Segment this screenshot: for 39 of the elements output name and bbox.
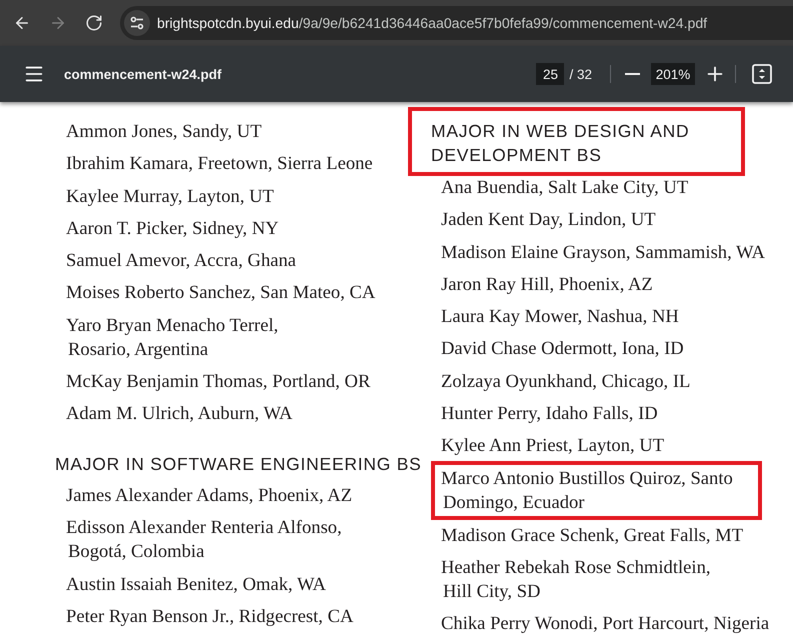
graduate-entry: Jaron Ray Hill, Phoenix, AZ	[441, 272, 653, 297]
graduate-entry: Aaron T. Picker, Sidney, NY	[66, 216, 279, 241]
graduate-entry: Marco Antonio Bustillos Quiroz, Santo Domingo, Ecuador	[441, 467, 734, 516]
sliders-icon[interactable]	[124, 10, 150, 36]
graduate-entry: Laura Kay Mower, Nashua, NH	[441, 305, 679, 329]
graduate-entry: Heather Rebekah Rose Schmidtlein, Hill City, SD	[441, 556, 711, 604]
fit-page-icon	[752, 64, 772, 84]
graduate-entry: David Chase Odermott, Iona, ID	[441, 337, 684, 362]
graduate-entry: Peter Ryan Benson Jr., Ridgecrest, CA	[66, 604, 354, 629]
graduate-entry: Madison Grace Schenk, Great Falls, MT	[441, 524, 744, 548]
minus-icon	[624, 73, 640, 75]
address-bar[interactable]: brightspotcdn.byui.edu/9a/9e/b6241d36446aa0ace5f7b0fefa99/commencement-w24.pdf	[120, 6, 793, 40]
graduate-entry: Edisson Alexander Renteria Alfonso, Bogotá, Colombia	[66, 516, 342, 564]
graduate-entry: Jaden Kent Day, Lindon, UT	[441, 208, 656, 232]
graduate-entry: Ana Buendia, Salt Lake City, UT	[441, 176, 688, 200]
zoom-field[interactable]: 201%	[651, 63, 695, 85]
graduate-entry: Madison Elaine Grayson, Sammamish, WA	[441, 240, 765, 264]
graduate-entry: James Alexander Adams, Phoenix, AZ	[66, 484, 352, 508]
graduate-entry: Samuel Amevor, Accra, Ghana	[66, 249, 296, 273]
page-count: / 32	[569, 66, 592, 82]
graduate-entry: Yaro Bryan Menacho Terrel, Rosario, Argentina	[66, 314, 278, 362]
url-text: brightspotcdn.byui.edu/9a/9e/b6241d36446aa0ace5f7b0fefa99/commencement-w24.pdf	[157, 15, 708, 31]
graduate-entry: Ibrahim Kamara, Freetown, Sierra Leone	[66, 152, 373, 176]
page-number-field[interactable]: 25	[536, 63, 564, 85]
graduate-entry: Austin Issaiah Benitez, Omak, WA	[66, 572, 326, 596]
graduate-entry: Kaylee Murray, Layton, UT	[66, 184, 274, 208]
graduate-entry: McKay Benjamin Thomas, Portland, OR	[66, 370, 370, 394]
graduate-entry: Adam M. Ulrich, Auburn, WA	[66, 402, 292, 426]
arrow-right-icon	[49, 14, 67, 32]
section-heading: MAJOR IN WEB DESIGN AND DEVELOPMENT BS	[431, 120, 690, 167]
document-title: commencement-w24.pdf	[64, 66, 222, 82]
graduate-entry: Zolzaya Oyunkhand, Chicago, IL	[441, 370, 690, 394]
graduate-entry: Hunter Perry, Idaho Falls, ID	[441, 402, 658, 426]
graduate-entry: Ammon Jones, Sandy, UT	[66, 120, 262, 144]
reload-icon	[85, 14, 103, 32]
graduate-entry: Moises Roberto Sanchez, San Mateo, CA	[66, 281, 376, 306]
graduate-entry: Chika Perry Wonodi, Port Harcourt, Nigeria	[441, 612, 770, 636]
graduate-entry: Kylee Ann Priest, Layton, UT	[441, 434, 664, 458]
section-heading: MAJOR IN SOFTWARE ENGINEERING BS	[55, 453, 422, 476]
